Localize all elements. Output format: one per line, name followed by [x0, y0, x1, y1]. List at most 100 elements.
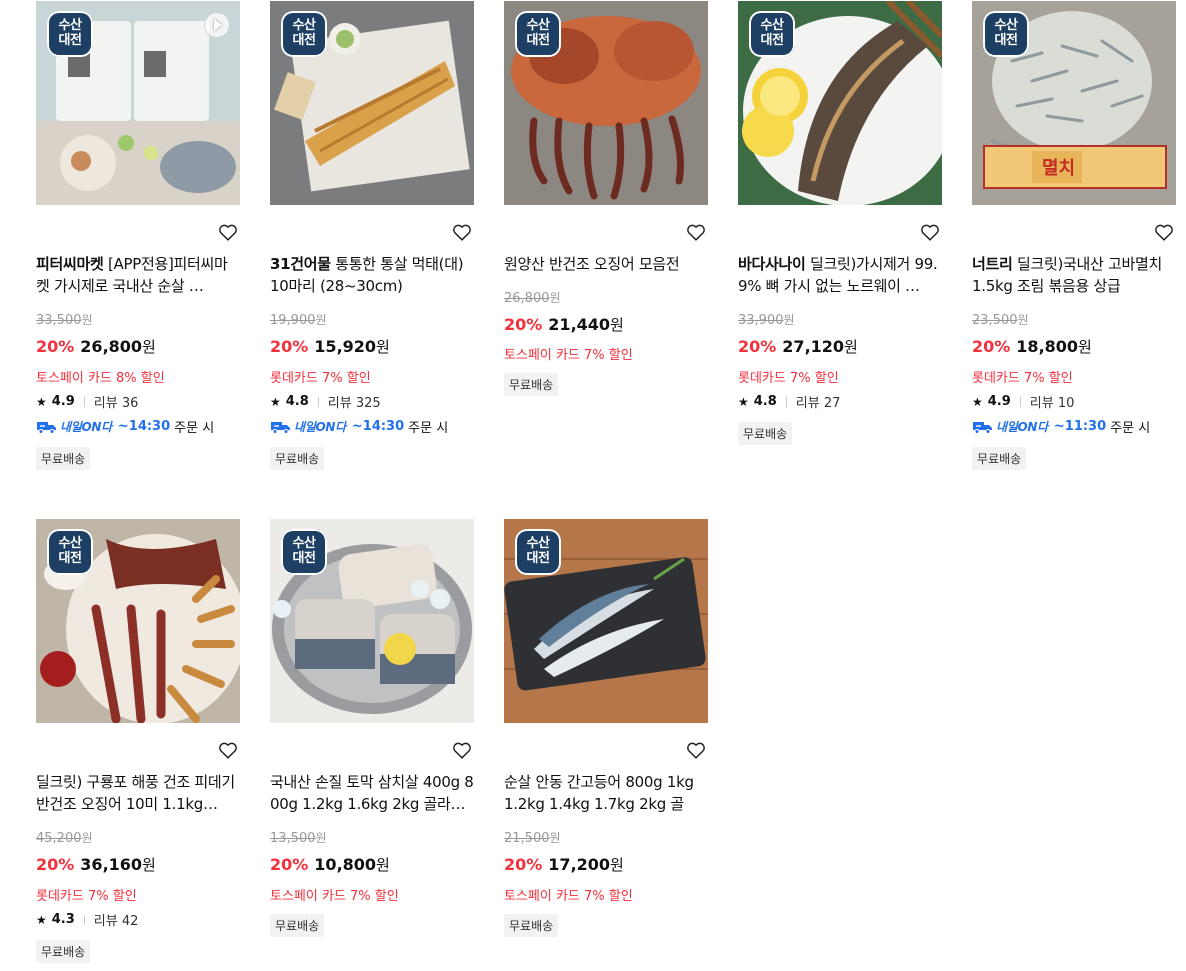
- product-image[interactable]: 수산 대전: [270, 1, 474, 205]
- card-promo: 롯데카드 7% 할인: [972, 371, 1073, 386]
- sale-price: 20% 10,800원: [270, 855, 390, 874]
- product-title[interactable]: 딜크릿) 구룡포 해풍 건조 피데기 반건조 오징어 10미 1.1kg…: [36, 771, 240, 815]
- seafood-sale-badge: 수산 대전: [983, 11, 1029, 57]
- discount-rate: 20%: [36, 855, 75, 874]
- product-image[interactable]: 수산 대전: [738, 1, 942, 205]
- product-image[interactable]: 수산 대전: [36, 1, 240, 205]
- product-card[interactable]: 수산 대전 순살 안동 간고등어 800g 1kg 1.2kg 1.4kg 1.7…: [504, 519, 708, 939]
- discount-rate: 20%: [738, 337, 777, 356]
- delivery-info: 내일ON다 ~14:30 주문 시: [270, 417, 448, 436]
- discount-rate: 20%: [270, 337, 309, 356]
- brand-name: 바다사나이: [738, 255, 806, 273]
- review-summary: ★ 4.8 리뷰 27: [738, 394, 841, 411]
- sale-price: 20% 36,160원: [36, 855, 156, 874]
- product-card[interactable]: 수산 대전 바다사나이 딜크릿)가시제거 99.9% 뼈 가시 없는 노르웨이 ……: [738, 1, 942, 451]
- seafood-sale-badge: 수산 대전: [281, 11, 327, 57]
- card-promo: 롯데카드 7% 할인: [738, 371, 839, 386]
- truck-icon: [973, 421, 992, 434]
- original-price: 23,500원: [972, 313, 1029, 328]
- sale-price: 20% 15,920원: [270, 337, 390, 356]
- discount-rate: 20%: [504, 315, 543, 334]
- heart-icon[interactable]: [217, 739, 239, 761]
- sale-price: 20% 21,440원: [504, 315, 624, 334]
- discount-rate: 20%: [972, 337, 1011, 356]
- card-promo: 토스페이 카드 7% 할인: [270, 889, 399, 904]
- original-price: 13,500원: [270, 831, 327, 846]
- sale-price: 20% 18,800원: [972, 337, 1092, 356]
- product-image[interactable]: 수산 대전: [36, 519, 240, 723]
- product-title[interactable]: 순살 안동 간고등어 800g 1kg 1.2kg 1.4kg 1.7kg 2k…: [504, 771, 708, 815]
- product-name: 딜크릿) 구룡포 해풍 건조 피데기 반건조 오징어 10미 1.1kg…: [36, 773, 235, 813]
- brand-name: 너트리: [972, 255, 1013, 273]
- product-card[interactable]: 수산 대전 국내산 손질 토막 삼치살 400g 800g 1.2kg 1.6kg…: [270, 519, 474, 939]
- original-price: 33,500원: [36, 313, 93, 328]
- product-name: 순살 안동 간고등어 800g 1kg 1.2kg 1.4kg 1.7kg 2k…: [504, 773, 694, 813]
- product-card[interactable]: 수산 대전 31건어물 통통한 통살 먹태(대) 10마리 (28~30cm) 1…: [270, 1, 474, 471]
- heart-icon[interactable]: [1153, 221, 1175, 243]
- product-title[interactable]: 피터씨마켓 [APP전용]피터씨마켓 가시제로 국내산 순살 …: [36, 253, 240, 297]
- heart-icon[interactable]: [685, 221, 707, 243]
- play-icon[interactable]: [204, 12, 230, 38]
- free-shipping-tag: 무료배송: [36, 447, 91, 470]
- review-summary: ★ 4.9 리뷰 10: [972, 394, 1075, 411]
- product-card[interactable]: 수산 대전 피터씨마켓 [APP전용]피터씨마켓 가시제로 국내산 순살 … 33…: [36, 1, 240, 471]
- original-price: 21,500원: [504, 831, 561, 846]
- product-image[interactable]: 수산 대전: [270, 519, 474, 723]
- card-promo: 롯데카드 7% 할인: [36, 889, 137, 904]
- seafood-sale-badge: 수산 대전: [47, 11, 93, 57]
- truck-icon: [271, 421, 290, 434]
- seafood-sale-badge: 수산 대전: [515, 529, 561, 575]
- discount-rate: 20%: [36, 337, 75, 356]
- free-shipping-tag: 무료배송: [270, 914, 325, 937]
- product-title[interactable]: 31건어물 통통한 통살 먹태(대) 10마리 (28~30cm): [270, 253, 474, 297]
- product-name: 원양산 반건조 오징어 모음전: [504, 255, 680, 273]
- seafood-sale-badge: 수산 대전: [47, 529, 93, 575]
- free-shipping-tag: 무료배송: [36, 940, 91, 963]
- product-image[interactable]: 수산 대전: [504, 519, 708, 723]
- svg-text:멸치: 멸치: [1042, 158, 1075, 179]
- original-price: 33,900원: [738, 313, 795, 328]
- heart-icon[interactable]: [451, 739, 473, 761]
- product-card[interactable]: 수산 대전 딜크릿) 구룡포 해풍 건조 피데기 반건조 오징어 10미 1.1k…: [36, 519, 240, 969]
- review-summary: ★ 4.8 리뷰 325: [270, 394, 381, 411]
- free-shipping-tag: 무료배송: [504, 373, 559, 396]
- discount-rate: 20%: [270, 855, 309, 874]
- product-image[interactable]: 멸치 수산 대전: [972, 1, 1176, 205]
- review-summary: ★ 4.9 리뷰 36: [36, 394, 139, 411]
- seafood-sale-badge: 수산 대전: [515, 11, 561, 57]
- star-icon: ★: [36, 912, 47, 927]
- brand-name: 피터씨마켓: [36, 255, 104, 273]
- star-icon: ★: [972, 394, 983, 409]
- product-name: 국내산 손질 토막 삼치살 400g 800g 1.2kg 1.6kg 2kg …: [270, 773, 474, 813]
- heart-icon[interactable]: [919, 221, 941, 243]
- review-summary: ★ 4.3 리뷰 42: [36, 912, 139, 929]
- brand-name: 31건어물: [270, 255, 331, 273]
- free-shipping-tag: 무료배송: [738, 422, 793, 445]
- star-icon: ★: [738, 394, 749, 409]
- star-icon: ★: [36, 394, 47, 409]
- product-card[interactable]: 수산 대전 원양산 반건조 오징어 모음전 26,800원 20% 21,440원 …: [504, 1, 708, 401]
- product-title[interactable]: 바다사나이 딜크릿)가시제거 99.9% 뼈 가시 없는 노르웨이 …: [738, 253, 942, 297]
- card-promo: 롯데카드 7% 할인: [270, 371, 371, 386]
- free-shipping-tag: 무료배송: [972, 447, 1027, 470]
- sale-price: 20% 17,200원: [504, 855, 624, 874]
- product-card[interactable]: 멸치 수산 대전 너트리 딜크릿)국내산 고바멸치 1.5kg 조림 볶음용 상급…: [972, 1, 1176, 471]
- heart-icon[interactable]: [451, 221, 473, 243]
- card-promo: 토스페이 카드 8% 할인: [36, 371, 165, 386]
- sale-price: 20% 26,800원: [36, 337, 156, 356]
- seafood-sale-badge: 수산 대전: [281, 529, 327, 575]
- product-image[interactable]: 수산 대전: [504, 1, 708, 205]
- heart-icon[interactable]: [685, 739, 707, 761]
- seafood-sale-badge: 수산 대전: [749, 11, 795, 57]
- original-price: 45,200원: [36, 831, 93, 846]
- heart-icon[interactable]: [217, 221, 239, 243]
- free-shipping-tag: 무료배송: [504, 914, 559, 937]
- discount-rate: 20%: [504, 855, 543, 874]
- original-price: 19,900원: [270, 313, 327, 328]
- product-title[interactable]: 너트리 딜크릿)국내산 고바멸치 1.5kg 조림 볶음용 상급: [972, 253, 1176, 297]
- product-title[interactable]: 국내산 손질 토막 삼치살 400g 800g 1.2kg 1.6kg 2kg …: [270, 771, 474, 815]
- free-shipping-tag: 무료배송: [270, 447, 325, 470]
- sale-price: 20% 27,120원: [738, 337, 858, 356]
- card-promo: 토스페이 카드 7% 할인: [504, 889, 633, 904]
- delivery-info: 내일ON다 ~14:30 주문 시: [36, 417, 214, 436]
